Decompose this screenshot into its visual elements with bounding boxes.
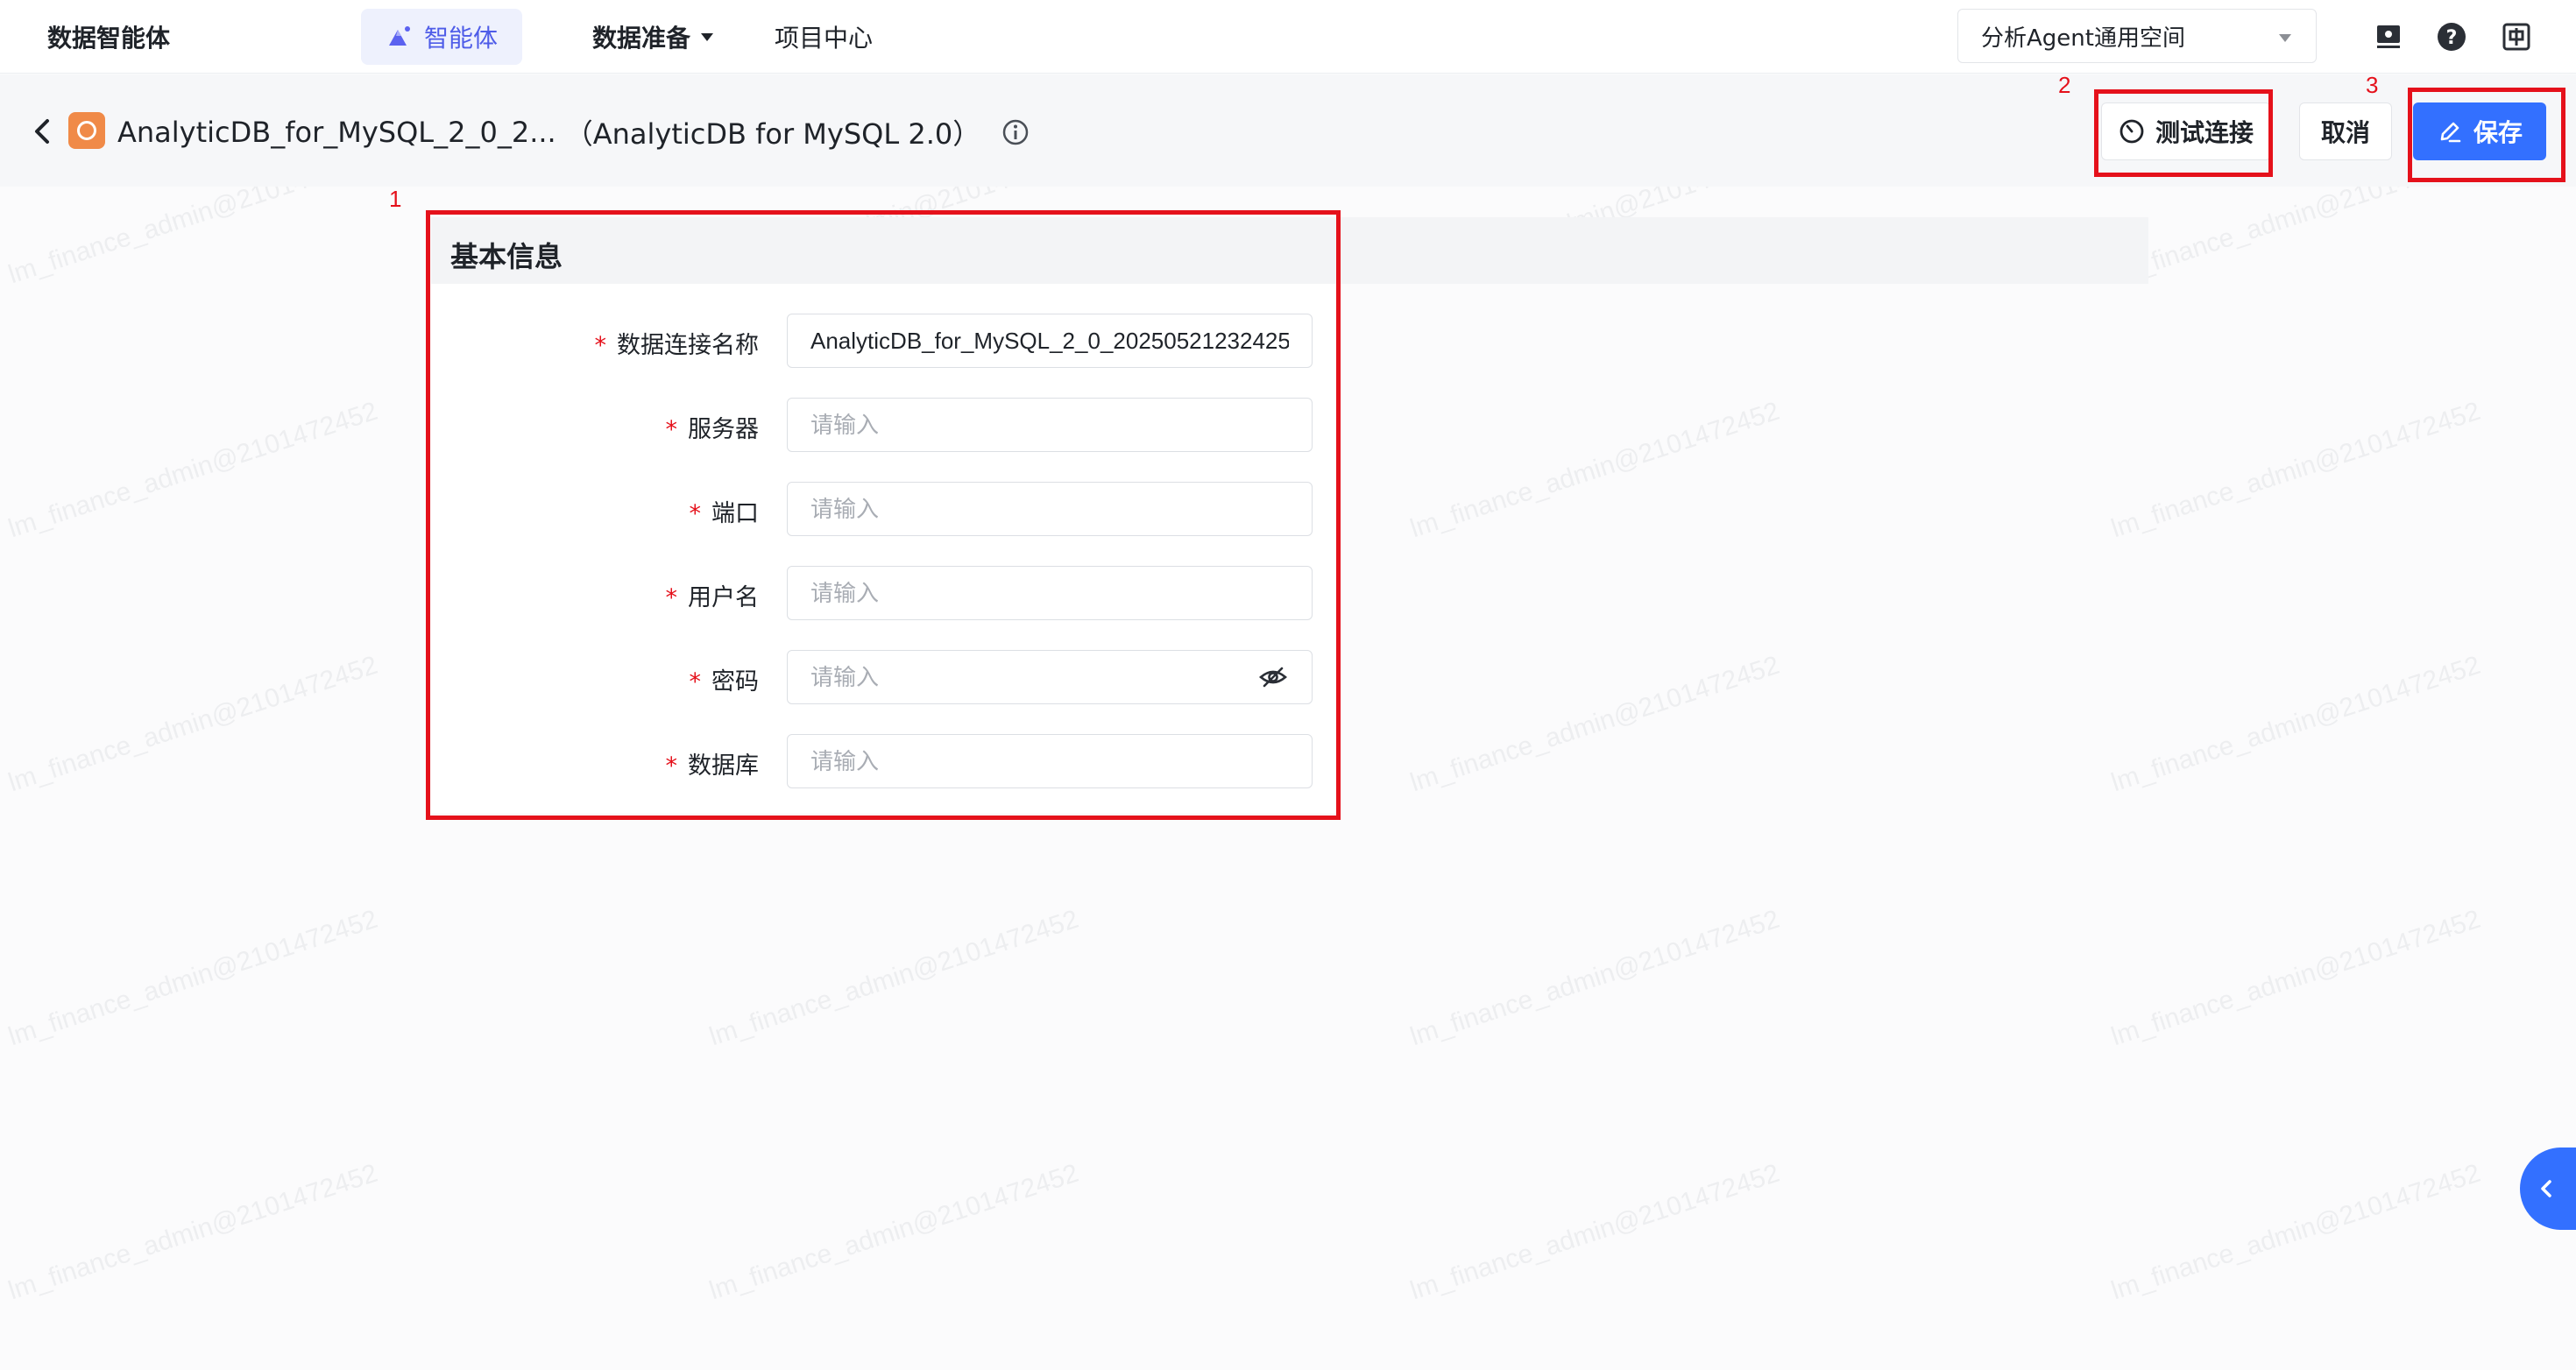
- chevron-down-icon: [2279, 34, 2291, 42]
- side-panel-toggle[interactable]: [2520, 1148, 2576, 1230]
- language-icon[interactable]: [2499, 19, 2534, 54]
- database-logo-icon: [68, 112, 105, 149]
- connection-type: （AnalyticDB for MySQL 2.0）: [564, 117, 981, 151]
- svg-text:?: ?: [2446, 27, 2458, 49]
- watermark-text: lm_finance_admin@2101472452: [2107, 650, 2484, 798]
- watermark-text: lm_finance_admin@2101472452: [4, 1158, 381, 1306]
- page: lm_finance_admin@2101472452 lm_finance_ad…: [0, 0, 2576, 1370]
- nav-project-center-label: 项目中心: [775, 24, 874, 53]
- annotation-box-3: [2408, 88, 2565, 182]
- watermark-text: lm_finance_admin@2101472452: [705, 904, 1082, 1052]
- help-icon[interactable]: ?: [2434, 19, 2469, 54]
- back-arrow-icon[interactable]: [26, 114, 58, 149]
- caret-down-icon: [701, 32, 714, 41]
- watermark-text: lm_finance_admin@2101472452: [2107, 396, 2484, 544]
- cancel-button[interactable]: 取消: [2299, 102, 2392, 160]
- watermark-text: lm_finance_admin@2101472452: [1406, 1158, 1783, 1306]
- connection-name: AnalyticDB_for_MySQL_2_0_2...: [117, 116, 556, 149]
- watermark-text: lm_finance_admin@2101472452: [4, 904, 381, 1052]
- workspace-select-value: 分析Agent通用空间: [1981, 25, 2185, 52]
- annotation-number-3: 3: [2366, 72, 2379, 98]
- top-navigation: 数据智能体 智能体 数据准备 项目中心 分析Agent通用空间 ?: [0, 0, 2576, 74]
- nav-data-prep[interactable]: 数据准备: [592, 19, 714, 54]
- agent-icon: [388, 26, 410, 46]
- watermark-text: lm_finance_admin@2101472452: [2107, 904, 2484, 1052]
- info-icon[interactable]: [1001, 118, 1030, 146]
- screen-share-icon[interactable]: [2371, 19, 2406, 54]
- watermark-text: lm_finance_admin@2101472452: [1406, 904, 1783, 1052]
- watermark-text: lm_finance_admin@2101472452: [705, 1158, 1082, 1306]
- watermark-text: lm_finance_admin@2101472452: [1406, 396, 1783, 544]
- nav-project-center[interactable]: 项目中心: [775, 19, 873, 54]
- watermark-text: lm_finance_admin@2101472452: [1406, 650, 1783, 798]
- watermark-text: lm_finance_admin@2101472452: [4, 650, 381, 798]
- nav-data-prep-label: 数据准备: [592, 24, 691, 53]
- annotation-number-2: 2: [2058, 72, 2071, 98]
- workspace-select[interactable]: 分析Agent通用空间: [1957, 9, 2317, 63]
- annotation-number-1: 1: [389, 186, 402, 212]
- watermark-text: lm_finance_admin@2101472452: [2107, 1158, 2484, 1306]
- nav-tab-agent[interactable]: 智能体: [361, 9, 522, 65]
- cancel-label: 取消: [2320, 118, 2370, 147]
- chevron-left-icon: [2541, 1180, 2551, 1197]
- watermark-text: lm_finance_admin@2101472452: [4, 396, 381, 544]
- brand-title: 数据智能体: [47, 24, 171, 53]
- nav-tab-agent-label: 智能体: [423, 24, 498, 53]
- annotation-box-2: [2094, 89, 2273, 177]
- annotation-box-1: [426, 210, 1341, 820]
- connection-title: AnalyticDB_for_MySQL_2_0_2... （AnalyticD…: [117, 112, 1030, 152]
